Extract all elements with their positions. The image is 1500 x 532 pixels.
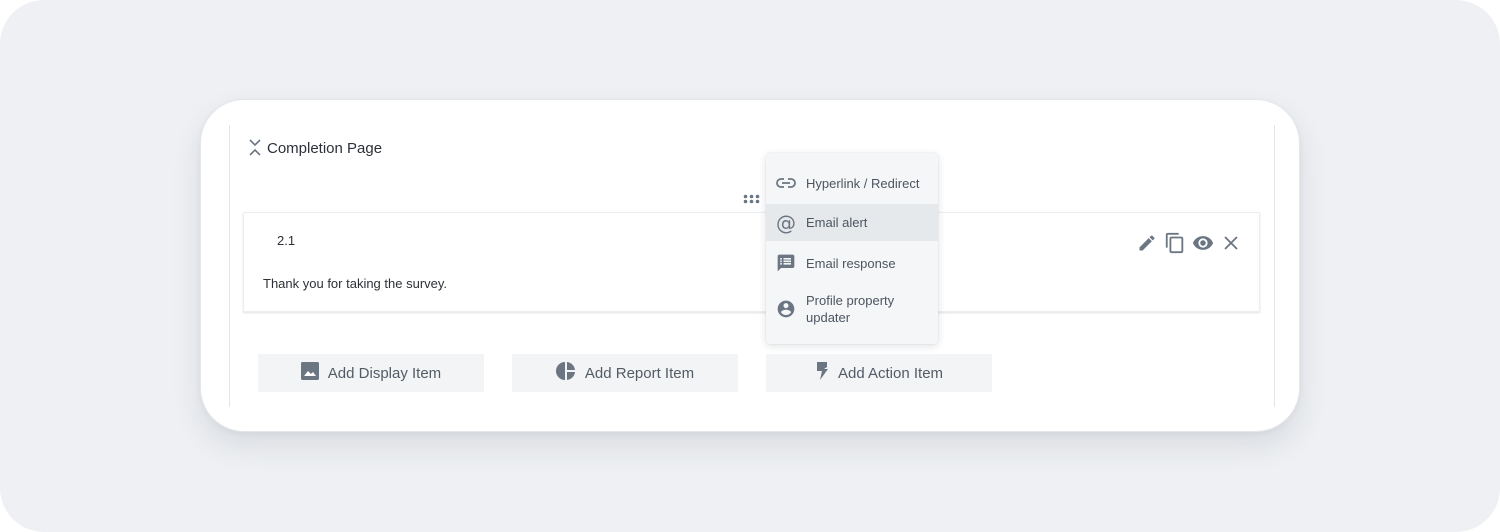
image-icon xyxy=(300,362,319,384)
add-action-item-button[interactable]: Add Action Item xyxy=(766,354,992,392)
section-header: Completion Page xyxy=(248,137,382,159)
menu-item-email-response[interactable]: Email response xyxy=(766,243,938,283)
menu-item-hyperlink-redirect[interactable]: Hyperlink / Redirect xyxy=(766,163,938,203)
pencil-icon[interactable] xyxy=(1136,232,1158,254)
message-list-icon xyxy=(766,253,806,273)
display-item-card[interactable] xyxy=(243,212,1260,312)
close-icon[interactable] xyxy=(1220,232,1242,254)
add-report-item-button[interactable]: Add Report Item xyxy=(512,354,738,392)
pie-chart-icon xyxy=(555,361,576,385)
copy-icon[interactable] xyxy=(1164,232,1186,254)
link-icon xyxy=(766,177,806,189)
eye-icon[interactable] xyxy=(1192,232,1214,254)
menu-item-profile-property-updater[interactable]: Profile property updater xyxy=(766,287,938,331)
add-report-item-label: Add Report Item xyxy=(584,364,695,382)
add-action-item-label: Add Action Item xyxy=(837,364,944,382)
item-actions xyxy=(1136,231,1242,255)
collapse-chevrons-icon[interactable] xyxy=(248,138,262,158)
add-display-item-button[interactable]: Add Display Item xyxy=(258,354,484,392)
section-title: Completion Page xyxy=(267,139,383,157)
menu-item-email-alert[interactable]: @ Email alert xyxy=(766,204,938,241)
at-sign-icon: @ xyxy=(776,210,796,235)
add-display-item-label: Add Display Item xyxy=(327,364,442,382)
lightning-icon xyxy=(815,361,829,385)
item-number: 2.1 xyxy=(277,233,296,248)
action-item-menu: Hyperlink / Redirect @ Email alert Email… xyxy=(766,153,938,344)
item-text: Thank you for taking the survey. xyxy=(263,276,448,291)
drag-handle-icon[interactable] xyxy=(743,191,760,204)
account-circle-icon xyxy=(766,299,806,319)
